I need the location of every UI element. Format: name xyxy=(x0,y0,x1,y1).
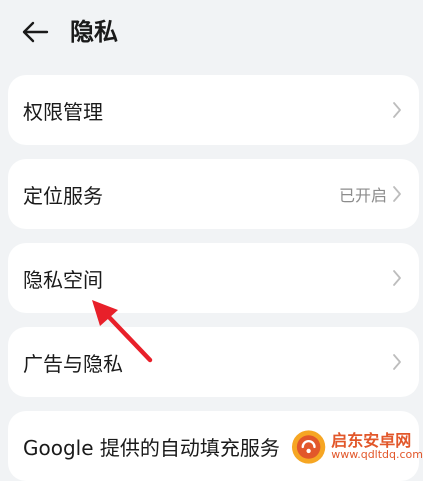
settings-item-label: 权限管理 xyxy=(23,99,103,124)
back-button[interactable] xyxy=(18,16,52,48)
settings-item-label: 隐私空间 xyxy=(23,267,103,292)
app-header: 隐私 xyxy=(0,0,423,64)
page-title: 隐私 xyxy=(70,18,118,46)
settings-item-label: Google 提供的自动填充服务 xyxy=(23,435,280,460)
arrow-left-icon xyxy=(22,21,49,43)
settings-item-google-autofill[interactable]: Google 提供的自动填充服务 xyxy=(8,411,419,481)
chevron-right-icon xyxy=(391,352,403,372)
settings-item-ads-and-privacy[interactable]: 广告与隐私 xyxy=(8,327,419,397)
settings-item-status: 已开启 xyxy=(338,186,387,205)
settings-item-label: 广告与隐私 xyxy=(23,351,123,376)
chevron-right-icon xyxy=(391,100,403,120)
settings-item-private-space[interactable]: 隐私空间 xyxy=(8,243,419,313)
settings-item-label: 定位服务 xyxy=(23,183,103,208)
chevron-right-icon xyxy=(391,268,403,288)
chevron-right-icon xyxy=(391,184,403,204)
settings-item-permission-management[interactable]: 权限管理 xyxy=(8,75,419,145)
settings-item-location-service[interactable]: 定位服务 已开启 xyxy=(8,159,419,229)
